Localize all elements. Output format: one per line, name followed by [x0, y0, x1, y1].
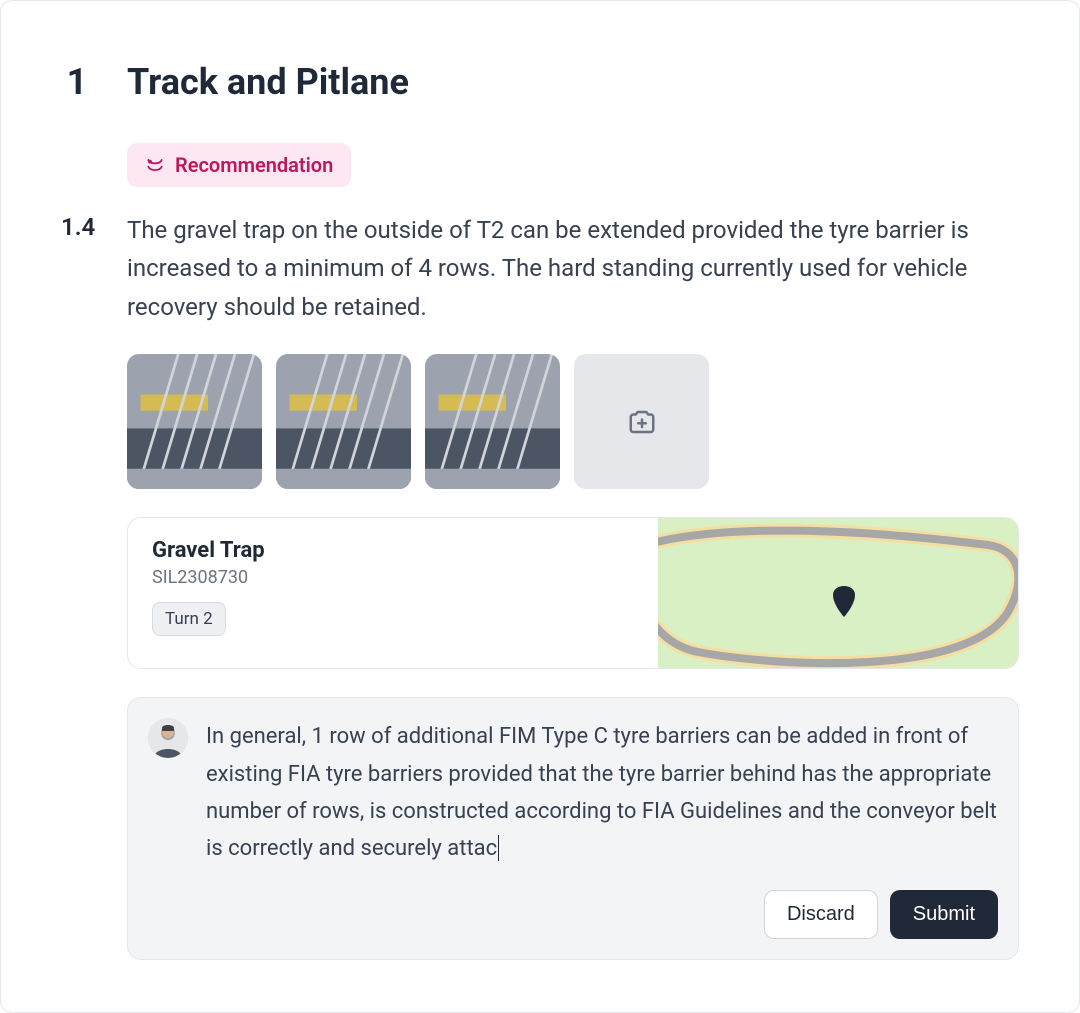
item-row: 1.4 The gravel trap on the outside of T2…	[61, 211, 1019, 960]
discard-button[interactable]: Discard	[764, 890, 878, 939]
racetrack-icon	[145, 155, 165, 175]
submit-button[interactable]: Submit	[890, 890, 998, 939]
comment-box: In general, 1 row of additional FIM Type…	[127, 697, 1019, 960]
turn-chip: Turn 2	[152, 602, 226, 636]
photo-thumbnails	[127, 354, 1019, 489]
camera-plus-icon	[627, 407, 657, 437]
comment-row: In general, 1 row of additional FIM Type…	[148, 718, 998, 868]
item-body: The gravel trap on the outside of T2 can…	[127, 211, 1019, 960]
recommendation-badge: Recommendation	[127, 143, 351, 187]
document-page: 1 Track and Pitlane Recommendation 1.4 T…	[0, 0, 1080, 1013]
section-content: Recommendation	[127, 143, 1019, 211]
photo-thumbnail[interactable]	[425, 354, 560, 489]
avatar	[148, 718, 188, 758]
comment-input[interactable]: In general, 1 row of additional FIM Type…	[206, 718, 998, 868]
location-info: Gravel Trap SIL2308730 Turn 2	[128, 518, 658, 668]
location-title: Gravel Trap	[152, 538, 634, 563]
location-map[interactable]	[658, 518, 1018, 668]
section-number: 1	[61, 61, 93, 103]
section-title: Track and Pitlane	[127, 61, 409, 103]
photo-thumbnail[interactable]	[276, 354, 411, 489]
item-description: The gravel trap on the outside of T2 can…	[127, 211, 1019, 326]
comment-actions: Discard Submit	[148, 890, 998, 939]
add-photo-button[interactable]	[574, 354, 709, 489]
text-cursor	[498, 835, 499, 861]
item-number: 1.4	[61, 211, 93, 960]
section-header: 1 Track and Pitlane	[61, 61, 1019, 103]
location-code: SIL2308730	[152, 567, 634, 588]
badge-label: Recommendation	[175, 153, 333, 177]
photo-thumbnail[interactable]	[127, 354, 262, 489]
location-card[interactable]: Gravel Trap SIL2308730 Turn 2	[127, 517, 1019, 669]
